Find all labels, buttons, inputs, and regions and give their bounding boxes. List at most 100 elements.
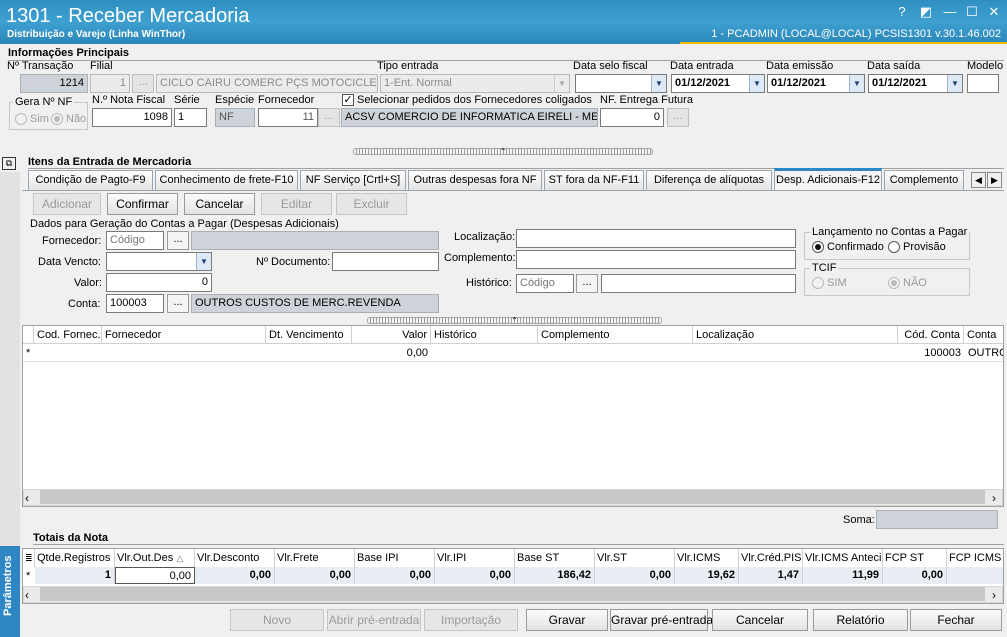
historico-desc-field[interactable] [601,274,796,293]
confirmado-radio[interactable] [812,241,824,253]
historico-field[interactable]: Código [516,274,574,293]
splitter-middle[interactable]: ⌃ [367,317,662,325]
restore-layout-icon[interactable]: ◩ [916,3,936,21]
tab-nf-servico[interactable]: NF Serviço [Crtl+S] [300,170,406,190]
tab-st-fora-nf[interactable]: ST fora da NF-F11 [544,170,644,190]
grid-col-historico[interactable]: Histórico [431,326,538,344]
splitter-top[interactable]: ⌃ [353,148,653,156]
parametros-sidebar[interactable]: Parâmetros [0,546,20,637]
complemento-field[interactable] [516,250,796,269]
gera-nf-sim-radio[interactable] [15,113,27,125]
desp-fornecedor-search-button[interactable]: ... [167,231,189,250]
grid-cell-cod-conta[interactable]: 100003 [898,347,961,359]
totais-val-vlr-out-des[interactable]: 0,00 [115,567,195,584]
close-icon[interactable]: ✕ [984,3,1004,21]
tipo-entrada-select[interactable]: 1-Ent. Normal ▼ [380,74,570,93]
despesas-grid[interactable] [22,325,1004,507]
filial-search-button[interactable]: ... [132,74,154,93]
nf-futura-search-button[interactable]: ... [667,108,689,127]
relatorio-button[interactable]: Relatório [813,609,908,631]
scroll-thumb[interactable] [40,490,985,504]
modelo-field[interactable] [967,74,999,93]
desp-valor-field[interactable]: 0 [106,273,212,292]
conta-search-button[interactable]: ... [167,294,189,313]
cancelar-item-button[interactable]: Cancelar [184,193,255,215]
cancelar-button[interactable]: Cancelar [712,609,808,631]
serie-field[interactable]: 1 [174,108,207,127]
grid-col-dt-vencimento[interactable]: Dt. Vencimento [266,326,352,344]
grid-col-complemento[interactable]: Complemento [538,326,693,344]
fornecedor-field[interactable]: 11 [258,108,318,127]
data-vencto-field[interactable]: ▼ [106,252,212,271]
scroll-left-icon[interactable]: ‹ [25,491,29,505]
filial-field[interactable]: 1 [90,74,130,93]
documento-field[interactable] [332,252,439,271]
importacao-button[interactable]: Importação [424,609,518,631]
tab-scroll-left-icon[interactable]: ◀ [971,172,986,188]
scroll-right-icon[interactable]: › [992,588,996,602]
localizacao-field[interactable] [516,229,796,248]
scroll-left-icon[interactable]: ‹ [25,588,29,602]
gera-nf-nao-radio[interactable] [51,113,63,125]
transacao-field[interactable]: 1214 [20,74,88,93]
grid-cell-valor[interactable]: 0,00 [352,347,428,359]
gravar-button[interactable]: Gravar [526,609,608,631]
confirmar-button[interactable]: Confirmar [107,193,178,215]
data-entrada-field[interactable]: 01/12/2021 ▼ [671,74,765,93]
minimize-icon[interactable]: — [940,3,960,21]
scroll-right-icon[interactable]: › [992,491,996,505]
historico-search-button[interactable]: ... [576,274,598,293]
tcif-sim-radio[interactable] [812,277,824,289]
data-saida-field[interactable]: 01/12/2021 ▼ [868,74,963,93]
calendar-dropdown-icon[interactable]: ▼ [749,75,764,92]
totais-val-vlr-icms: 19,62 [675,567,739,584]
grid-cell-conta[interactable]: OUTRO [968,347,1003,359]
gravar-pre-entrada-button[interactable]: Gravar pré-entrada [610,609,713,631]
grid-col-fornecedor[interactable]: Fornecedor [102,326,266,344]
tab-outras-despesas[interactable]: Outras despesas fora NF [408,170,542,190]
maximize-icon[interactable]: ☐ [962,3,982,21]
totais-val-base-st: 186,42 [515,567,595,584]
fornecedor-label: Fornecedor [258,94,315,106]
tab-conhecimento-frete[interactable]: Conhecimento de frete-F10 [155,170,298,190]
scroll-thumb[interactable] [40,587,985,601]
data-emissao-field[interactable]: 01/12/2021 ▼ [767,74,865,93]
desp-fornecedor-field[interactable]: Código [106,231,164,250]
help-icon[interactable]: ? [892,3,912,21]
especie-field[interactable]: NF [215,108,255,127]
tab-diferenca-aliquotas[interactable]: Diferença de alíquotas [646,170,772,190]
tab-complemento[interactable]: Complemento [884,170,964,190]
grid-col-valor[interactable]: Valor [352,326,431,344]
calendar-dropdown-icon[interactable]: ▼ [849,75,864,92]
window-title: 1301 - Receber Mercadoria [6,5,250,27]
tab-condicao-pagto[interactable]: Condição de Pagto-F9 [28,170,153,190]
calendar-dropdown-icon[interactable]: ▼ [947,75,962,92]
fechar-button[interactable]: Fechar [910,609,1002,631]
totais-menu-icon[interactable]: ≣ [23,549,35,567]
grid-col-conta[interactable]: Conta [964,326,1003,344]
abrir-pre-entrada-button[interactable]: Abrir pré-entrada [327,609,421,631]
section-divider [33,544,1004,545]
data-entrada-label: Data entrada [670,60,734,72]
nf-futura-field[interactable]: 0 [600,108,664,127]
tab-scroll-right-icon[interactable]: ▶ [987,172,1002,188]
window-toggle-icon[interactable]: ⧉ [2,157,16,170]
calendar-dropdown-icon[interactable]: ▼ [651,75,666,92]
editar-button[interactable]: Editar [261,193,332,215]
grid-col-cod-conta[interactable]: Cód. Conta [898,326,964,344]
fornecedor-search-button[interactable]: ... [318,108,340,127]
nota-fiscal-field[interactable]: 1098 [92,108,172,127]
chevron-down-icon: ▼ [554,75,569,92]
provisao-radio[interactable] [888,241,900,253]
data-selo-field[interactable]: ▼ [575,74,667,93]
excluir-button[interactable]: Excluir [336,193,407,215]
novo-button[interactable]: Novo [230,609,324,631]
grid-col-cod-fornec[interactable]: Cod. Fornec. [34,326,102,344]
calendar-dropdown-icon[interactable]: ▼ [196,253,211,270]
conta-field[interactable]: 100003 [106,294,164,313]
grid-col-localizacao[interactable]: Localização [693,326,898,344]
adicionar-button[interactable]: Adicionar [33,193,101,215]
coligados-checkbox[interactable]: ✓ [342,94,354,106]
tab-desp-adicionais[interactable]: Desp. Adicionais-F12 [774,168,882,191]
tcif-nao-radio[interactable] [888,277,900,289]
